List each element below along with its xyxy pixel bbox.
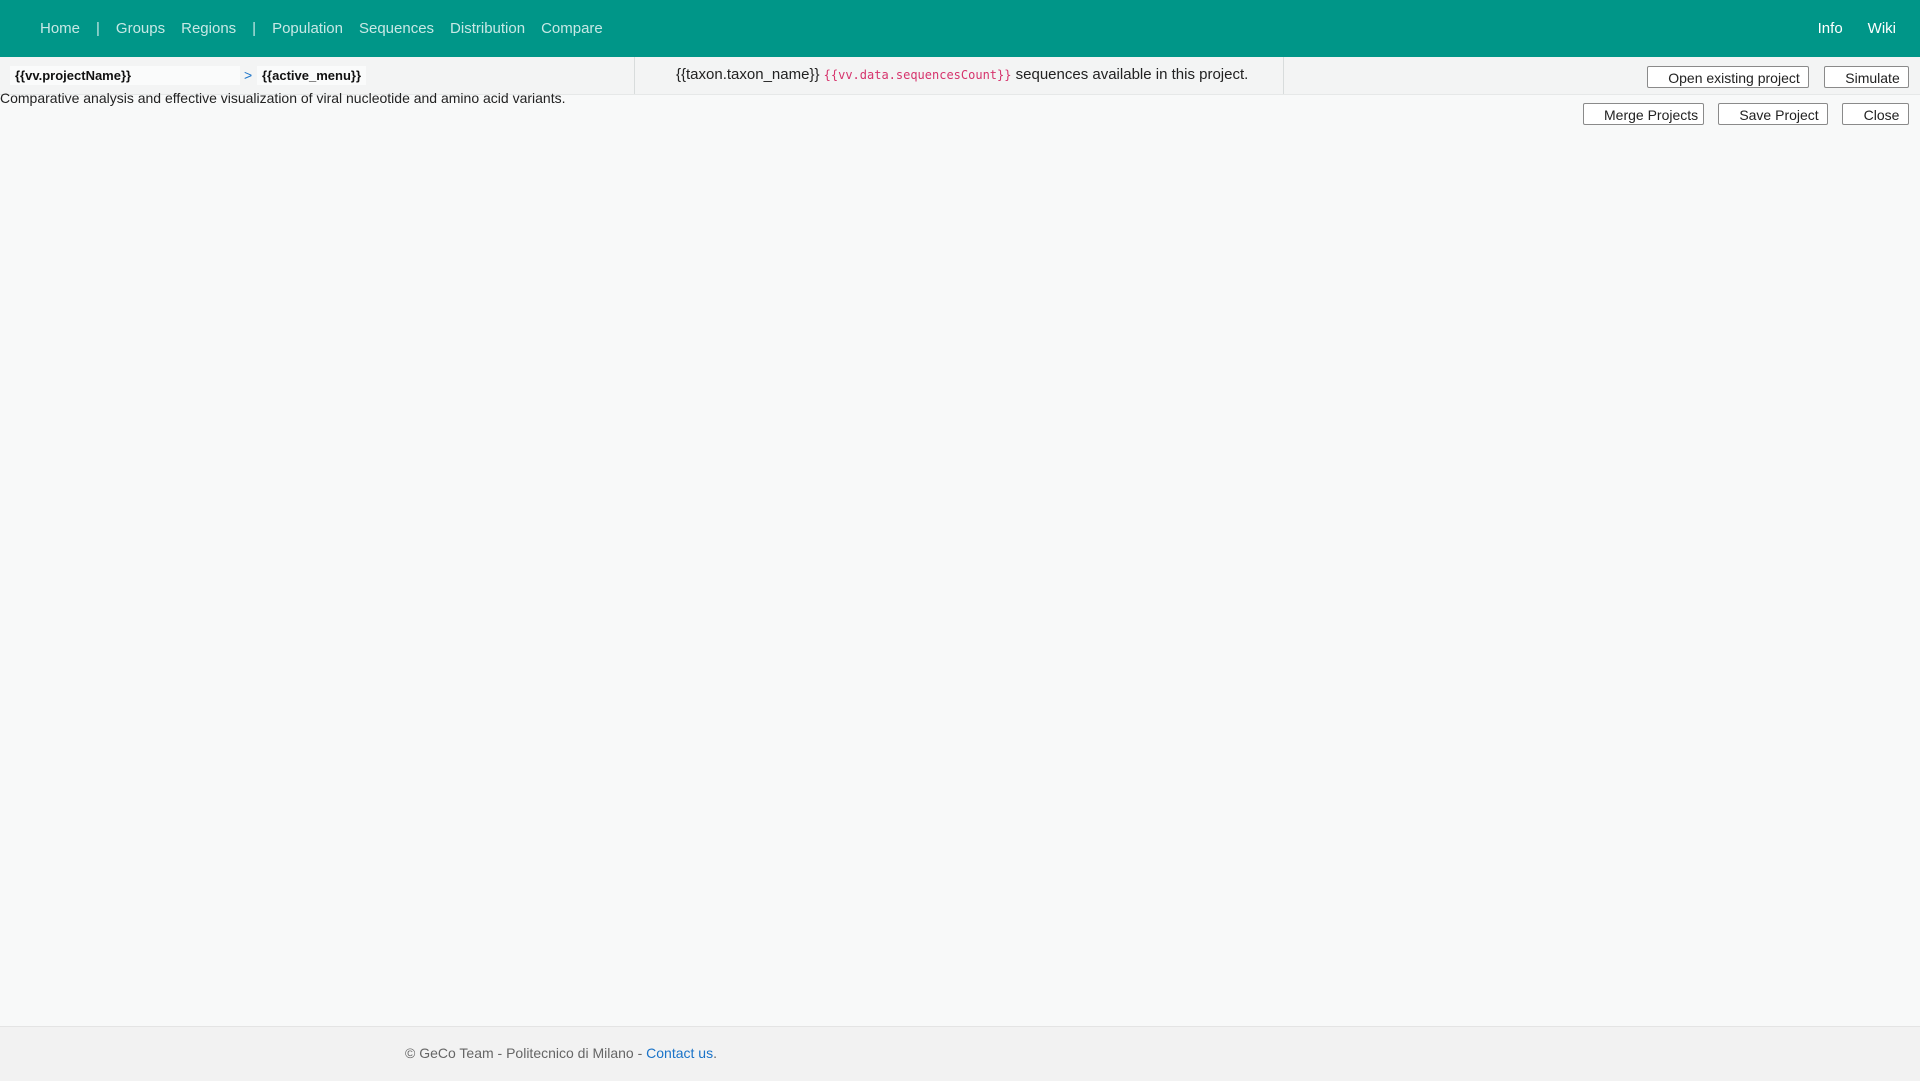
footer-copyright: © GeCo Team - Politecnico di Milano - Co…	[405, 1045, 717, 1061]
toolbar-divider	[1283, 57, 1284, 94]
footer-credit: © GeCo Team - Politecnico di Milano -	[405, 1045, 647, 1061]
taxon-name: {{taxon.taxon_name}}	[676, 66, 820, 83]
secondary-nav: Info Wiki	[1793, 0, 1896, 57]
open-existing-project-button[interactable]: Open existing project	[1647, 66, 1809, 88]
app-description: Comparative analysis and effective visua…	[0, 90, 566, 106]
contact-us-link[interactable]: Contact us	[646, 1045, 713, 1061]
sequences-summary: {{taxon.taxon_name}} {{vv.data.sequences…	[676, 66, 1248, 83]
nav-wiki[interactable]: Wiki	[1868, 20, 1896, 37]
sequences-count: {{vv.data.sequencesCount}}	[823, 68, 1012, 82]
save-project-button[interactable]: Save Project	[1718, 103, 1828, 125]
merge-projects-button[interactable]: Merge Projects	[1583, 103, 1704, 125]
breadcrumb-active-menu[interactable]: {{active_menu}}	[257, 66, 366, 85]
nav-groups[interactable]: Groups	[116, 20, 165, 37]
sequences-suffix: sequences available in this project.	[1015, 66, 1249, 83]
nav-compare[interactable]: Compare	[541, 20, 603, 37]
nav-home[interactable]: Home	[40, 20, 80, 37]
nav-regions[interactable]: Regions	[181, 20, 236, 37]
top-nav-bar: Home | Groups Regions | Population Seque…	[0, 0, 1920, 57]
nav-sequences[interactable]: Sequences	[359, 20, 434, 37]
close-button[interactable]: Close	[1842, 103, 1909, 125]
nav-population[interactable]: Population	[272, 20, 343, 37]
nav-separator: |	[252, 20, 257, 37]
toolbar-divider	[634, 57, 635, 94]
simulate-button[interactable]: Simulate	[1824, 66, 1909, 88]
nav-distribution[interactable]: Distribution	[450, 20, 525, 37]
breadcrumb-project-name[interactable]: {{vv.projectName}}	[10, 66, 240, 85]
breadcrumb-separator: >	[244, 67, 253, 83]
main-nav: Home | Groups Regions | Population Seque…	[40, 0, 603, 57]
footer-period: .	[713, 1045, 717, 1061]
footer: © GeCo Team - Politecnico di Milano - Co…	[0, 1026, 1920, 1081]
nav-info[interactable]: Info	[1818, 20, 1843, 37]
nav-separator: |	[96, 20, 100, 37]
